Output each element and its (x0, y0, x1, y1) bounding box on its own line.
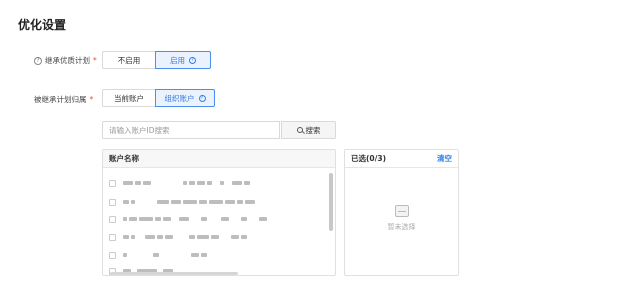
list-item[interactable] (109, 232, 247, 242)
list-horizontal-scrollbar[interactable] (110, 272, 238, 275)
list-item[interactable] (109, 197, 255, 207)
option-label: 启用 (170, 55, 185, 65)
row-checkbox[interactable] (109, 251, 116, 259)
clear-button[interactable]: 清空 (437, 153, 452, 164)
inherit-plan-option-disable[interactable]: 不启用 (102, 51, 156, 69)
masked-account-name (123, 217, 267, 221)
option-label: 当前账户 (114, 93, 144, 103)
inherit-plan-option-enable[interactable]: 启用 ? (155, 51, 211, 69)
option-label: 组织账户 (164, 93, 195, 103)
inherit-plan-label: ? 继承优质计划 * (34, 55, 97, 66)
required-mark: * (93, 56, 97, 65)
masked-account-name (123, 200, 255, 204)
question-icon[interactable]: ? (198, 94, 206, 102)
list-item[interactable] (109, 178, 250, 188)
account-list-panel: 账户名称 (102, 149, 336, 276)
empty-state: 暂未选择 (344, 205, 459, 232)
masked-account-name (123, 235, 247, 239)
search-placeholder: 请输入账户ID搜索 (109, 125, 170, 135)
option-label: 不启用 (117, 55, 141, 65)
inherit-plan-toggle: 不启用 启用 ? (102, 51, 211, 69)
question-icon[interactable]: ? (189, 56, 196, 64)
plan-owner-option-current[interactable]: 当前账户 (102, 89, 156, 107)
row-checkbox[interactable] (109, 198, 116, 206)
plan-owner-toggle: 当前账户 组织账户 ? (102, 89, 215, 107)
plan-owner-label: 被继承计划归属 * (34, 94, 93, 105)
row-checkbox[interactable] (109, 233, 116, 241)
selected-count: 已选(0/3) (351, 154, 387, 163)
question-icon[interactable]: ? (34, 56, 42, 65)
empty-text: 暂未选择 (387, 223, 416, 231)
search-button[interactable]: 搜索 (281, 121, 336, 139)
row-checkbox[interactable] (109, 215, 116, 223)
inherit-plan-label-text: 继承优质计划 (45, 56, 90, 65)
masked-account-name (123, 181, 250, 185)
search-button-label: 搜索 (305, 125, 321, 135)
list-item[interactable] (109, 214, 267, 224)
account-list-header: 账户名称 (103, 150, 335, 168)
page-title: 优化设置 (18, 18, 67, 32)
list-item[interactable] (109, 250, 207, 260)
required-mark: * (89, 95, 94, 104)
empty-inbox-icon (394, 205, 409, 217)
search-icon (296, 127, 303, 133)
account-search-input[interactable]: 请输入账户ID搜索 (102, 121, 280, 139)
row-checkbox[interactable] (109, 179, 116, 187)
list-vertical-scrollbar[interactable] (329, 173, 333, 231)
masked-account-name (123, 253, 207, 257)
account-list-header-text: 账户名称 (109, 154, 139, 163)
plan-owner-option-org[interactable]: 组织账户 ? (155, 89, 215, 107)
selected-panel-header: 已选(0/3) 清空 (345, 150, 458, 168)
plan-owner-label-text: 被继承计划归属 (34, 95, 87, 104)
